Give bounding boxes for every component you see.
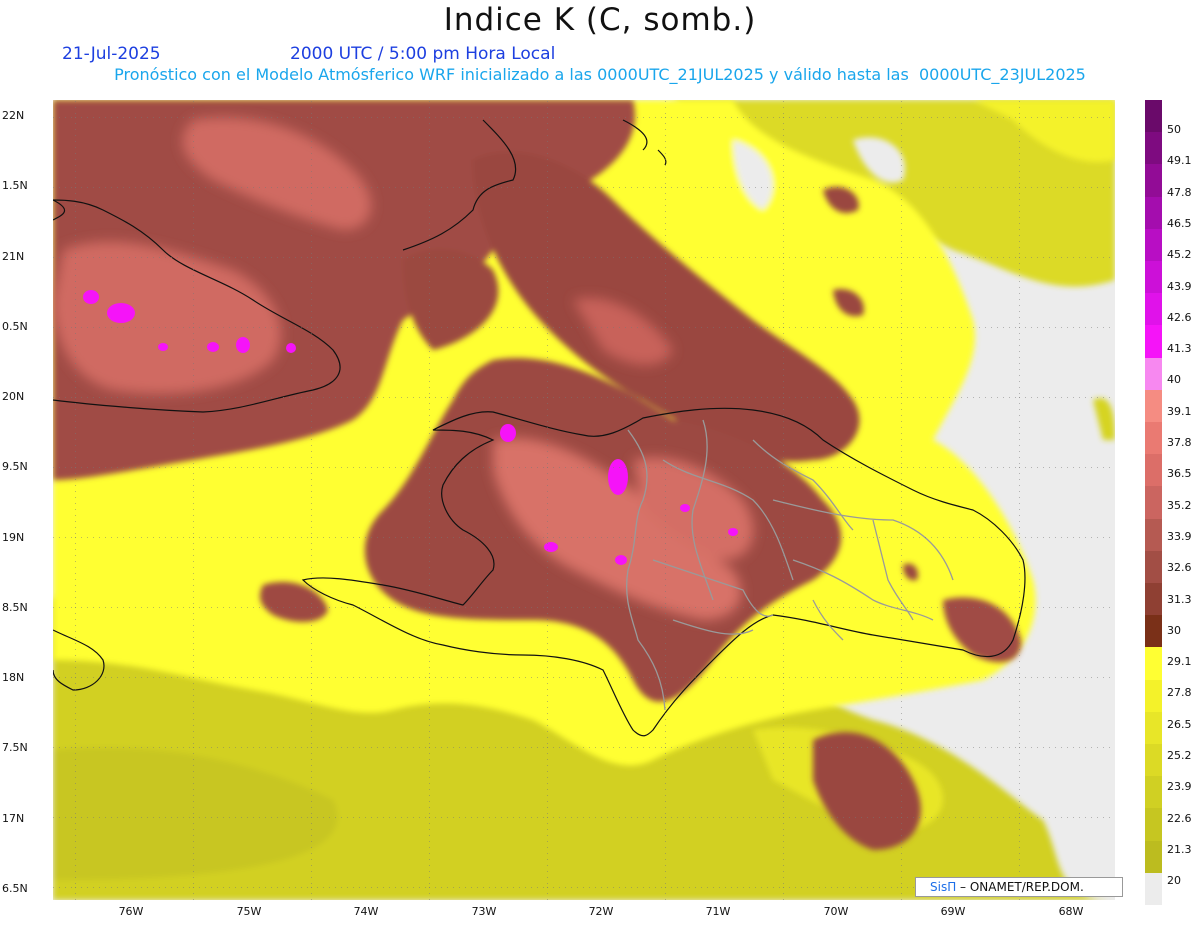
colorbar-segment: [1145, 486, 1162, 520]
colorbar-label: 20: [1167, 874, 1181, 888]
colorbar-segment: [1145, 647, 1162, 681]
colorbar-label: 43.9: [1167, 279, 1192, 293]
colorbar-label: 36.5: [1167, 467, 1192, 481]
colorbar-label: 35.2: [1167, 498, 1192, 512]
lat-label: 20N: [2, 390, 25, 403]
colorbar-segment: [1145, 228, 1162, 262]
lon-label: 72W: [588, 905, 614, 918]
valid-time: 2000 UTC / 5:00 pm Hora Local: [290, 44, 556, 64]
colorbar-segment: [1145, 357, 1162, 391]
colorbar-segment: [1145, 711, 1162, 745]
lat-label: 19N: [2, 531, 25, 544]
lon-label: 73W: [471, 905, 497, 918]
credit-text: – ONAMET/REP.DOM.: [956, 880, 1084, 894]
lat-label: 18N: [2, 671, 25, 684]
colorbar: [1145, 100, 1162, 906]
colorbar-segment: [1145, 776, 1162, 809]
lat-label: 8.5N: [2, 601, 28, 614]
lon-label: 70W: [823, 905, 849, 918]
colorbar-segment: [1145, 196, 1162, 230]
lat-label: 21N: [2, 250, 25, 263]
colorbar-label: 33.9: [1167, 529, 1192, 543]
colorbar-segment: [1145, 454, 1162, 487]
lon-label: 71W: [705, 905, 731, 918]
colorbar-label: 25.2: [1167, 749, 1192, 762]
colorbar-segment: [1145, 744, 1162, 777]
colorbar-label: 41.3: [1167, 342, 1192, 356]
lat-label: 6.5N: [2, 882, 28, 895]
lon-label: 74W: [353, 905, 379, 918]
lat-label: 17N: [2, 812, 25, 825]
colorbar-segment: [1145, 518, 1162, 552]
colorbar-segment: [1145, 132, 1162, 165]
colorbar-label: 40: [1167, 373, 1181, 387]
k-index-map: [53, 100, 1115, 900]
colorbar-segment: [1145, 422, 1162, 455]
colorbar-segment: [1145, 679, 1162, 713]
colorbar-label: 29.1: [1167, 655, 1192, 669]
credit-brand: SisΠ: [930, 880, 957, 894]
colorbar-segment: [1145, 164, 1162, 198]
colorbar-label: 27.8: [1167, 686, 1192, 700]
lat-label: 7.5N: [2, 741, 28, 754]
colorbar-segment: [1145, 583, 1162, 616]
lat-label: 22N: [2, 109, 25, 122]
colorbar-label: 21.3: [1167, 842, 1192, 856]
lat-label: 0.5N: [2, 320, 28, 333]
forecast-subtitle: Pronóstico con el Modelo Atmósferico WRF…: [114, 65, 1086, 84]
colorbar-label: 45.2: [1167, 248, 1192, 262]
colorbar-segment: [1145, 389, 1162, 423]
colorbar-label: 50: [1167, 123, 1181, 136]
lon-label: 69W: [940, 905, 966, 918]
colorbar-label: 31.3: [1167, 592, 1192, 606]
colorbar-segment: [1145, 261, 1162, 294]
lat-label: 1.5N: [2, 179, 28, 192]
chart-title: Indice K (C, somb.): [443, 2, 757, 38]
lon-label: 75W: [236, 905, 262, 918]
lat-label: 9.5N: [2, 460, 28, 473]
colorbar-label: 26.5: [1167, 717, 1192, 731]
lon-label: 76W: [118, 905, 144, 918]
colorbar-label: 30: [1167, 623, 1181, 637]
graticule: [53, 100, 1115, 900]
colorbar-label: 23.9: [1167, 780, 1192, 794]
colorbar-segment: [1145, 615, 1162, 648]
colorbar-label: 22.6: [1167, 811, 1192, 825]
colorbar-label: 46.5: [1167, 216, 1192, 230]
colorbar-label: 37.8: [1167, 436, 1192, 449]
colorbar-label: 39.1: [1167, 404, 1192, 418]
colorbar-segment: [1145, 325, 1162, 359]
colorbar-segment: [1145, 872, 1162, 906]
forecast-date: 21-Jul-2025: [62, 44, 161, 64]
colorbar-segment: [1145, 808, 1162, 842]
colorbar-label: 47.8: [1167, 185, 1192, 199]
colorbar-label: 49.1: [1167, 154, 1192, 168]
colorbar-segment: [1145, 550, 1162, 584]
credit-box: SisΠ – ONAMET/REP.DOM.: [915, 877, 1123, 897]
map-svg: [53, 100, 1115, 900]
lon-label: 68W: [1058, 905, 1084, 918]
colorbar-segment: [1145, 100, 1162, 133]
colorbar-label: 42.6: [1167, 310, 1192, 324]
colorbar-segment: [1145, 840, 1162, 874]
colorbar-label: 32.6: [1167, 561, 1192, 575]
colorbar-segment: [1145, 293, 1162, 326]
